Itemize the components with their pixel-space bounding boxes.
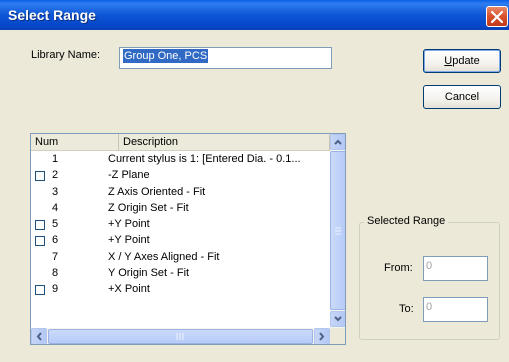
list-row[interactable]: 6 +Y Point (31, 233, 330, 249)
scroll-up-button[interactable] (330, 134, 345, 150)
list-row[interactable]: 8 Y Origin Set - Fit (31, 266, 330, 282)
row-num: 4 (52, 201, 59, 214)
vertical-scrollbar[interactable] (330, 134, 345, 328)
chevron-left-icon (36, 332, 42, 341)
row-description: +Y Point (108, 234, 150, 247)
row-num: 2 (52, 169, 59, 182)
to-input[interactable]: 0 (423, 297, 488, 322)
list-row[interactable]: 4 Z Origin Set - Fit (31, 201, 330, 217)
row-description: Z Origin Set - Fit (108, 201, 189, 214)
row-checkbox[interactable] (35, 285, 45, 296)
feature-list[interactable]: Num Description 1 Current stylus is 1: [E… (30, 133, 346, 345)
horizontal-scrollbar[interactable] (31, 328, 330, 344)
row-checkbox[interactable] (35, 171, 45, 182)
list-row[interactable]: 3 Z Axis Oriented - Fit (31, 185, 330, 201)
to-label: To: (399, 303, 414, 315)
row-description: Z Axis Oriented - Fit (108, 185, 206, 198)
scroll-left-button[interactable] (31, 328, 47, 344)
selected-range-group (359, 222, 500, 340)
column-header-num[interactable]: Num (31, 134, 119, 151)
selected-range-title: Selected Range (364, 215, 449, 227)
select-range-dialog: Select Range Library Name: Group One, PC… (0, 0, 509, 362)
list-row[interactable]: 2 -Z Plane (31, 168, 330, 184)
row-num: 5 (52, 218, 59, 231)
from-input[interactable]: 0 (423, 256, 488, 281)
scroll-down-button[interactable] (330, 311, 345, 327)
row-description: +X Point (108, 283, 150, 296)
row-description: -Z Plane (108, 169, 150, 182)
chevron-right-icon (319, 332, 325, 341)
from-label: From: (384, 262, 413, 274)
list-rows: 1 Current stylus is 1: [Entered Dia. - 0.… (31, 152, 330, 299)
row-num: 7 (52, 250, 59, 263)
close-icon (491, 11, 503, 23)
row-num: 1 (52, 153, 59, 165)
update-button[interactable]: Update (423, 49, 501, 73)
library-name-input[interactable]: Group One, PCS (119, 47, 332, 69)
row-num: 8 (52, 267, 59, 280)
chevron-up-icon (334, 139, 342, 145)
dialog-title: Select Range (8, 7, 96, 23)
cancel-button[interactable]: Cancel (423, 85, 501, 109)
scroll-right-button[interactable] (314, 328, 330, 344)
scrollbar-corner (330, 328, 345, 344)
update-label-rest: pdate (452, 55, 480, 67)
list-row[interactable]: 5 +Y Point (31, 217, 330, 233)
row-description: Y Origin Set - Fit (108, 267, 190, 280)
row-num: 9 (52, 283, 59, 296)
chevron-down-icon (334, 316, 342, 322)
row-description: +Y Point (108, 218, 150, 231)
title-bar[interactable]: Select Range (0, 0, 509, 30)
horizontal-scroll-thumb[interactable] (48, 329, 313, 344)
grip-icon (335, 227, 341, 235)
row-checkbox[interactable] (35, 236, 45, 247)
vertical-scroll-thumb[interactable] (330, 151, 345, 310)
list-header: Num Description (31, 134, 330, 151)
list-row[interactable]: 9 +X Point (31, 282, 330, 298)
grip-icon (176, 333, 184, 340)
row-checkbox[interactable] (35, 220, 45, 231)
library-name-label: Library Name: (31, 49, 101, 61)
row-description: X / Y Axes Aligned - Fit (108, 250, 220, 263)
row-num: 6 (52, 234, 59, 247)
row-description: Current stylus is 1: [Entered Dia. - 0.1… (108, 153, 301, 165)
close-button[interactable] (486, 6, 508, 27)
list-row[interactable]: 7 X / Y Axes Aligned - Fit (31, 250, 330, 266)
column-header-description[interactable]: Description (119, 134, 330, 151)
list-row[interactable]: 1 Current stylus is 1: [Entered Dia. - 0.… (31, 152, 330, 168)
library-name-value: Group One, PCS (123, 49, 209, 63)
row-num: 3 (52, 185, 59, 198)
update-accel: U (444, 55, 453, 67)
